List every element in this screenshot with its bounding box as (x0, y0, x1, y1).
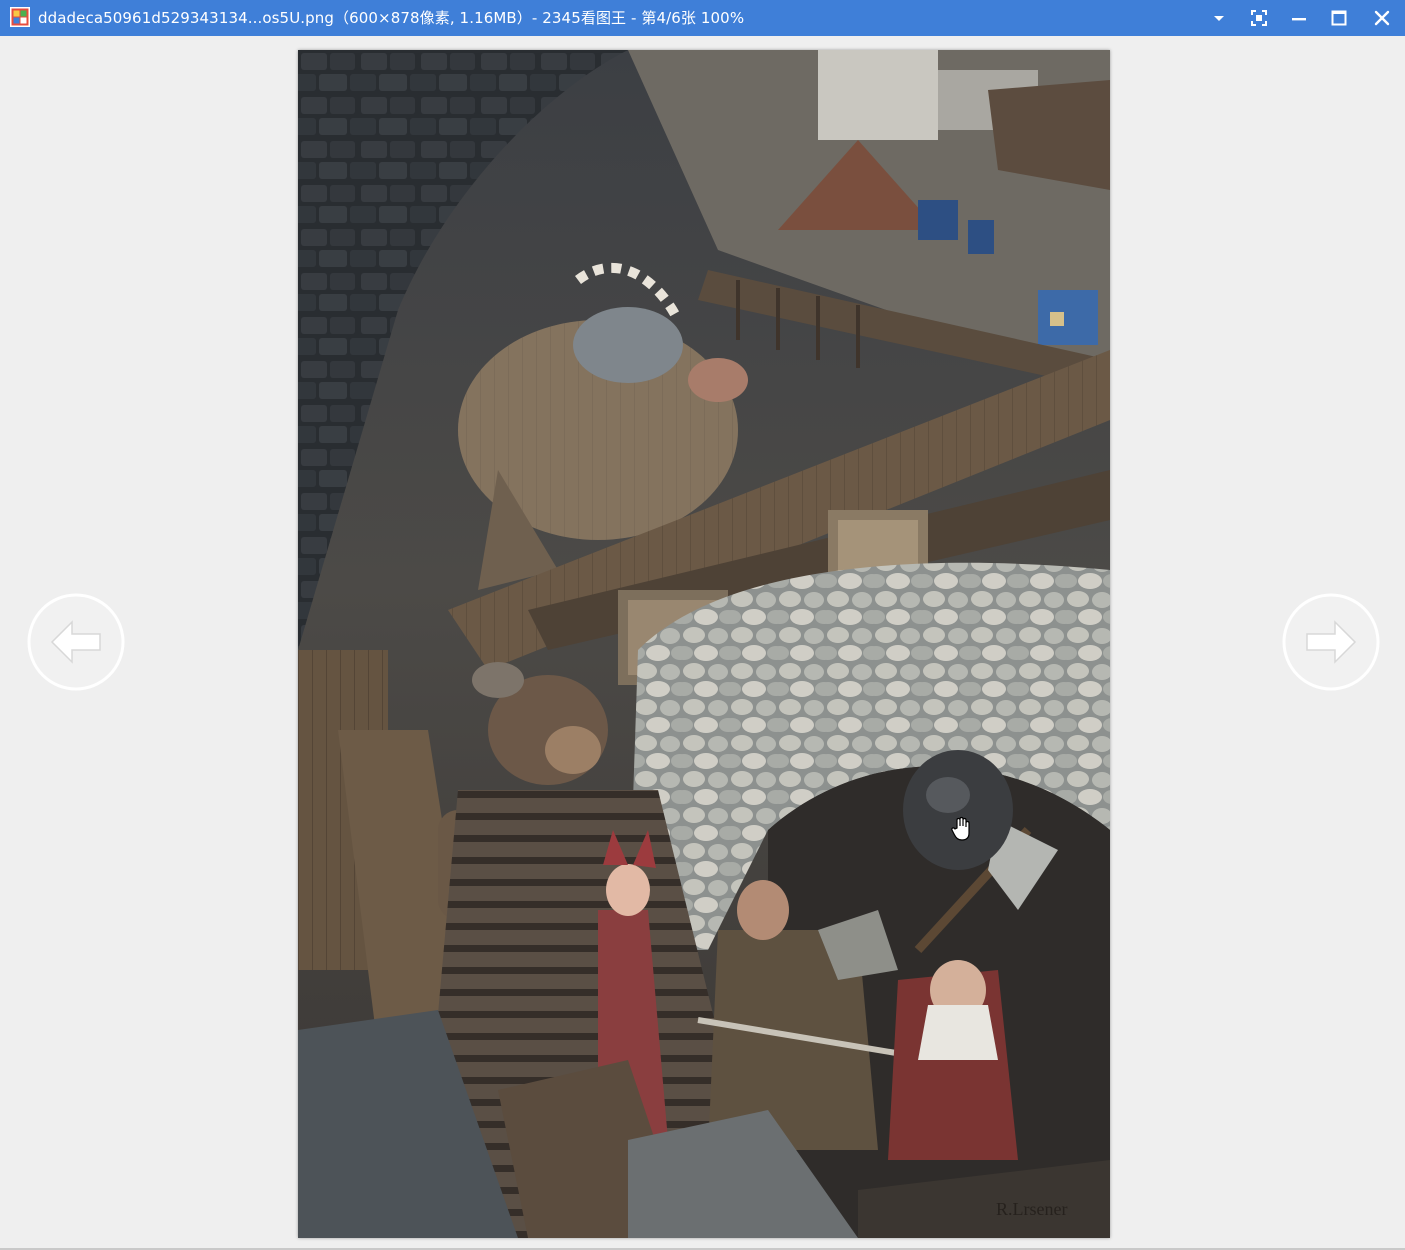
next-image-button[interactable] (1281, 592, 1381, 692)
artist-signature: R.Lrsener (996, 1199, 1067, 1219)
close-icon (1374, 10, 1390, 26)
previous-image-button[interactable] (26, 592, 126, 692)
window-title: ddadeca50961d529343134...os5U.png（600×87… (38, 9, 745, 27)
close-button[interactable] (1359, 0, 1405, 36)
image-viewer-window: ddadeca50961d529343134...os5U.png（600×87… (0, 0, 1405, 1250)
image-canvas[interactable]: R.Lrsener (0, 36, 1405, 1250)
menu-dropdown-button[interactable] (1199, 0, 1239, 36)
displayed-image: R.Lrsener (298, 50, 1110, 1238)
hand-cursor-icon (950, 816, 974, 842)
minimize-icon (1292, 18, 1306, 21)
app-logo-icon (10, 7, 30, 27)
maximize-button[interactable] (1319, 0, 1359, 36)
window-controls (1199, 0, 1405, 36)
fullscreen-icon (1251, 10, 1267, 26)
titlebar[interactable]: ddadeca50961d529343134...os5U.png（600×87… (0, 0, 1405, 36)
maximize-icon (1331, 10, 1347, 26)
arrow-right-icon (1282, 593, 1380, 691)
fullscreen-button[interactable] (1239, 0, 1279, 36)
chevron-down-icon (1214, 16, 1224, 21)
minimize-button[interactable] (1279, 0, 1319, 36)
fantasy-painting-image: R.Lrsener (298, 50, 1110, 1238)
arrow-left-icon (27, 593, 125, 691)
